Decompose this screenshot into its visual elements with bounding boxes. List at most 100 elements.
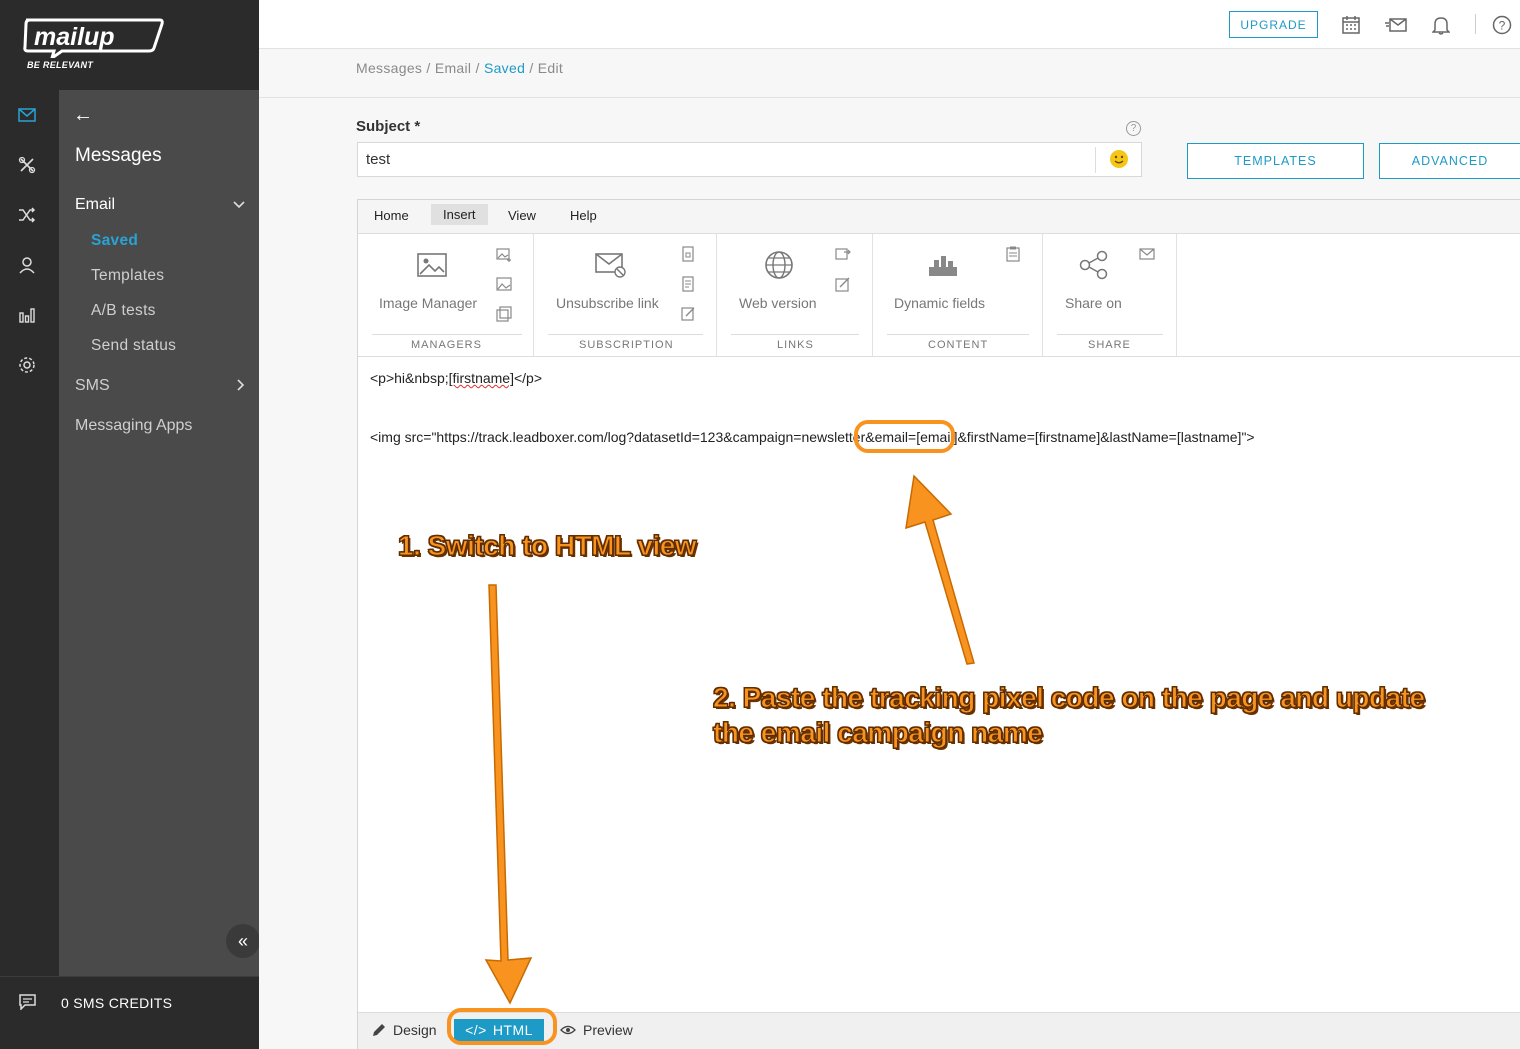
code-line-1[interactable]: <p>hi&nbsp;[firstname]</p> [370, 370, 542, 386]
link-window-icon[interactable] [835, 246, 851, 262]
ribbon-group-managers: Image Manager MANAGERS [358, 234, 534, 357]
mailup-logo[interactable]: mailup [22, 16, 164, 58]
breadcrumb-saved[interactable]: Saved [484, 60, 525, 76]
ribbon-group-subscription: Unsubscribe link SUBSCRIPTION [534, 234, 717, 357]
emoji-icon[interactable] [1110, 150, 1128, 168]
image-manager-label[interactable]: Image Manager [379, 295, 477, 311]
menu-home[interactable]: Home [374, 208, 409, 223]
design-view-label: Design [393, 1022, 437, 1038]
editor-menu-bar: Home Insert View Help [358, 200, 1520, 234]
breadcrumb-separator: / [426, 60, 431, 76]
nav-group-messaging-apps[interactable]: Messaging Apps [75, 417, 192, 435]
preview-view-label: Preview [583, 1022, 633, 1038]
user-icon[interactable] [15, 253, 39, 277]
menu-help[interactable]: Help [570, 208, 597, 223]
ribbon-group-content-title: CONTENT [928, 339, 989, 351]
send-mail-icon[interactable] [1384, 13, 1408, 37]
gear-icon[interactable] [15, 353, 39, 377]
main-content: Subject * ? TEMPLATES ADVANCED Home Inse… [259, 98, 1520, 1049]
ribbon-group-managers-title: MANAGERS [411, 339, 482, 351]
subject-help-icon[interactable]: ? [1126, 121, 1141, 136]
share-email-icon[interactable] [1139, 246, 1155, 262]
document-lock-icon[interactable] [680, 246, 696, 262]
web-version-label[interactable]: Web version [739, 295, 817, 311]
unsubscribe-link-label[interactable]: Unsubscribe link [556, 295, 659, 311]
document-icon[interactable] [680, 276, 696, 292]
highlight-html-tab [447, 1008, 557, 1045]
ribbon-group-share: Share on SHARE [1043, 234, 1177, 357]
tools-icon[interactable] [15, 153, 39, 177]
ribbon-group-links-title: LINKS [777, 339, 814, 351]
templates-button[interactable]: TEMPLATES [1187, 143, 1364, 179]
dynamic-fields-icon[interactable] [927, 250, 959, 280]
nav-item-saved[interactable]: Saved [91, 232, 138, 250]
edit-document-icon[interactable] [680, 306, 696, 322]
menu-insert[interactable]: Insert [431, 204, 488, 225]
ribbon-group-share-title: SHARE [1088, 339, 1131, 351]
nav-item-ab-tests[interactable]: A/B tests [91, 302, 156, 320]
sms-credits-bar: 0 SMS CREDITS [0, 976, 259, 1049]
logo-area: mailup BE RELEVANT [0, 0, 259, 90]
unsubscribe-icon[interactable] [594, 250, 626, 280]
help-icon[interactable]: ? [1490, 13, 1514, 37]
highlight-campaign-name [854, 420, 955, 453]
ribbon-group-links: Web version LINKS [717, 234, 873, 357]
preview-view-tab[interactable]: Preview [560, 1022, 633, 1038]
editor-ribbon: Image Manager MANAGERS Unsubscribe link … [358, 234, 1520, 357]
image-icon[interactable] [496, 276, 512, 292]
share-icon[interactable] [1078, 250, 1110, 280]
breadcrumb-email[interactable]: Email [435, 60, 472, 76]
menu-view[interactable]: View [508, 208, 536, 223]
svg-text:?: ? [1499, 19, 1506, 33]
subject-field [357, 142, 1142, 177]
pencil-icon [373, 1024, 385, 1036]
bar-chart-icon[interactable] [15, 303, 39, 327]
upgrade-button[interactable]: UPGRADE [1229, 11, 1318, 38]
icon-rail [0, 90, 59, 976]
share-on-label[interactable]: Share on [1065, 295, 1122, 311]
globe-icon[interactable] [763, 250, 795, 280]
breadcrumb: Messages / Email / Saved / Edit [356, 60, 563, 76]
edit-link-icon[interactable] [835, 276, 851, 292]
ribbon-divider [548, 334, 703, 335]
mail-icon[interactable] [15, 103, 39, 127]
emoji-divider [1095, 147, 1096, 173]
design-view-tab[interactable]: Design [372, 1022, 437, 1038]
subject-label: Subject * [356, 118, 421, 135]
nav-item-templates[interactable]: Templates [91, 267, 164, 285]
breadcrumb-separator: / [529, 60, 534, 76]
chat-icon [19, 994, 36, 1015]
ribbon-divider [1057, 334, 1163, 335]
bell-icon[interactable] [1429, 13, 1453, 37]
breadcrumb-separator: / [475, 60, 480, 76]
calendar-icon[interactable] [1339, 13, 1363, 37]
image-manager-icon[interactable] [416, 250, 448, 280]
ribbon-group-content: Dynamic fields CONTENT [873, 234, 1043, 357]
logo-wordmark: mailup [34, 23, 115, 51]
nav-item-send-status[interactable]: Send status [91, 337, 176, 355]
sms-credits-text: 0 SMS CREDITS [61, 995, 173, 1011]
annotation-step-1: 1. Switch to HTML view [397, 530, 697, 562]
clipboard-icon[interactable] [1005, 246, 1021, 262]
collapse-sidebar-button[interactable]: « [226, 924, 260, 958]
subnav-title: Messages [75, 145, 162, 166]
nav-group-sms[interactable]: SMS [75, 377, 245, 395]
topbar-separator [1475, 14, 1476, 34]
ribbon-divider [372, 334, 522, 335]
code-line-1-open: <p>hi&nbsp; [370, 370, 449, 386]
logo-tagline: BE RELEVANT [27, 60, 94, 70]
gallery-icon[interactable] [496, 306, 512, 322]
code-line-1-close: </p> [513, 370, 543, 386]
nav-group-email[interactable]: Email [75, 196, 245, 214]
insert-image-icon[interactable] [496, 247, 512, 263]
shuffle-icon[interactable] [15, 203, 39, 227]
breadcrumb-messages[interactable]: Messages [356, 60, 422, 76]
code-line-1-merge-tag: [firstname] [448, 370, 514, 386]
breadcrumb-bar: Messages / Email / Saved / Edit [259, 49, 1520, 98]
dynamic-fields-label[interactable]: Dynamic fields [894, 295, 985, 311]
code-line-tracking-pixel[interactable]: <img src="https://track.leadboxer.com/lo… [370, 429, 1255, 445]
subject-input[interactable] [358, 143, 1094, 176]
chevron-down-icon [233, 196, 245, 214]
advanced-button[interactable]: ADVANCED [1379, 143, 1520, 179]
back-arrow-icon[interactable]: ← [73, 104, 93, 127]
